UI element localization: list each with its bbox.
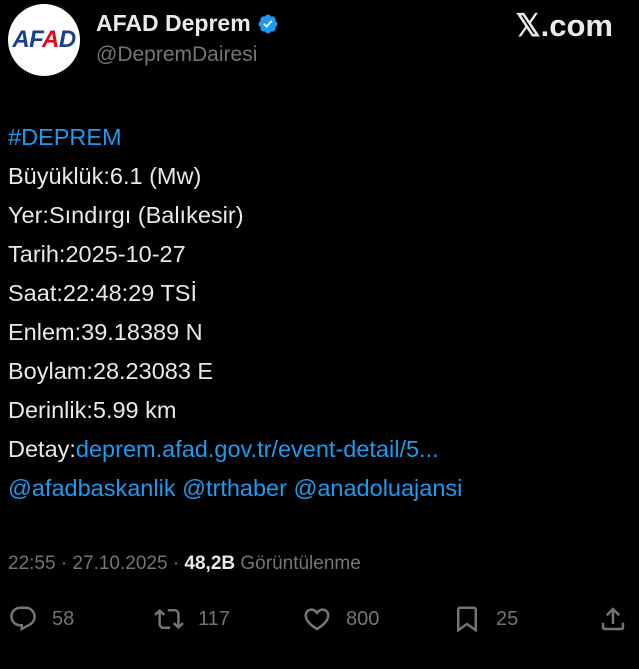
tweet-text: #DEPREM Büyüklük:6.1 (Mw) Yer:Sındırgı (…	[8, 118, 628, 508]
view-count: 48,2B	[184, 553, 236, 574]
reply-count: 58	[52, 607, 75, 630]
tweet-line-time: Saat:22:48:29 TSİ	[8, 280, 198, 306]
repost-count: 117	[198, 607, 230, 630]
reply-button[interactable]: 58	[8, 604, 74, 634]
display-name-row[interactable]: AFAD Deprem	[96, 10, 279, 37]
mention-trthaber[interactable]: @trthaber	[182, 475, 287, 501]
like-count: 800	[346, 607, 380, 630]
tweet-header: AFAD AFAD Deprem @DepremDairesi 𝕏.com	[0, 0, 639, 80]
share-button[interactable]	[598, 604, 628, 634]
heart-icon	[304, 608, 330, 631]
reply-icon	[10, 606, 36, 632]
view-label: Görüntülenme	[240, 553, 361, 574]
meta-separator: ·	[60, 553, 68, 574]
repost-icon	[154, 608, 184, 630]
tweet-line-depth: Derinlik:5.99 km	[8, 397, 177, 423]
hashtag-link[interactable]: #DEPREM	[8, 124, 122, 150]
bookmark-count: 25	[496, 607, 519, 630]
mention-anadoluajansi[interactable]: @anadoluajansi	[293, 475, 462, 501]
tweet-line-longitude: Boylam:28.23083 E	[8, 358, 214, 384]
tweet-date[interactable]: 27.10.2025	[72, 553, 167, 574]
tweet-line-latitude: Enlem:39.18389 N	[8, 319, 203, 345]
display-name[interactable]: AFAD Deprem	[96, 10, 251, 37]
repost-button[interactable]: 117	[154, 604, 230, 634]
bookmark-icon	[457, 606, 477, 633]
tweet-time[interactable]: 22:55	[8, 553, 56, 574]
tweet-line-location: Yer:Sındırgı (Balıkesir)	[8, 202, 244, 228]
detail-label: Detay:	[8, 436, 76, 462]
like-button[interactable]: 800	[302, 604, 379, 634]
verified-badge-icon	[258, 14, 278, 33]
afad-logo: AFAD	[12, 26, 76, 53]
tweet-line-magnitude: Büyüklük:6.1 (Mw)	[8, 163, 202, 189]
share-icon	[601, 607, 625, 631]
account-handle[interactable]: @DepremDairesi	[96, 43, 257, 67]
action-bar: 58 117 800 25	[0, 604, 639, 644]
detail-link[interactable]: deprem.afad.gov.tr/event-detail/5...	[76, 436, 439, 462]
mention-afadbaskanlik[interactable]: @afadbaskanlik	[8, 475, 176, 501]
tweet-line-date: Tarih:2025-10-27	[8, 241, 186, 267]
bookmark-button[interactable]: 25	[452, 604, 518, 634]
tweet-meta: 22:55 · 27.10.2025 · 48,2B Görüntülenme	[8, 553, 361, 575]
meta-separator: ·	[172, 553, 180, 574]
x-com-logo: 𝕏.com	[515, 8, 613, 43]
avatar[interactable]: AFAD	[8, 4, 80, 76]
